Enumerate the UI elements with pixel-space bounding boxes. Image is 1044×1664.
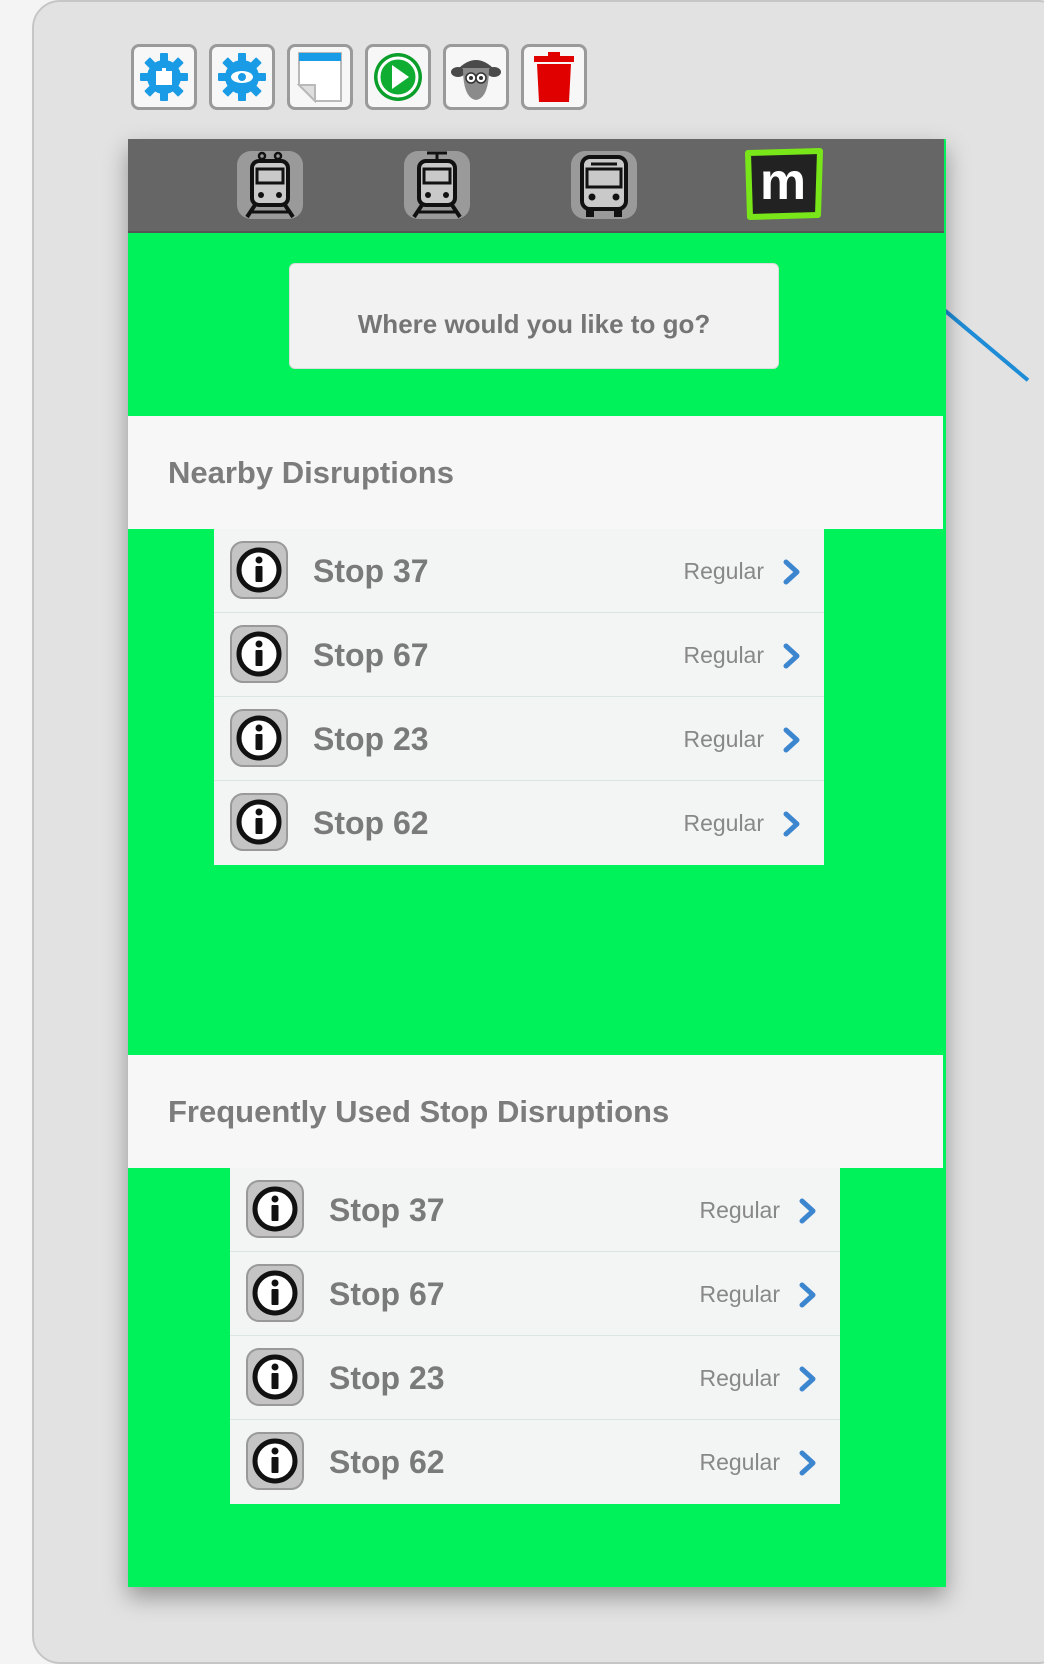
list-item[interactable]: Stop 37 Regular	[230, 1168, 840, 1252]
list-item[interactable]: Stop 62 Regular	[214, 781, 824, 865]
svg-text:m: m	[760, 153, 806, 211]
frequent-list: Stop 37 Regular Stop 67 Regular Stop 23 …	[230, 1168, 840, 1504]
frequent-section-header: Frequently Used Stop Disruptions	[128, 1055, 943, 1168]
info-icon	[246, 1264, 304, 1322]
chevron-right-icon	[799, 1450, 816, 1476]
chevron-right-icon	[783, 559, 800, 585]
stop-name: Stop 37	[329, 1192, 445, 1228]
gear-puzzle-icon	[140, 53, 188, 101]
stop-status: Regular	[699, 1197, 780, 1223]
nearby-section-title: Nearby Disruptions	[168, 454, 454, 490]
transport-mode-bar: m	[128, 139, 944, 233]
m-logo-icon: m	[745, 148, 823, 220]
list-item[interactable]: Stop 23 Regular	[214, 697, 824, 781]
sheep-icon	[451, 60, 501, 100]
stop-status: Regular	[683, 810, 764, 836]
play-icon	[374, 53, 422, 101]
chevron-right-icon	[783, 811, 800, 837]
info-icon	[230, 541, 288, 599]
info-icon	[246, 1348, 304, 1406]
stop-status: Regular	[699, 1449, 780, 1475]
stop-name: Stop 37	[313, 553, 429, 589]
chevron-right-icon	[783, 727, 800, 753]
stop-status: Regular	[683, 558, 764, 584]
stop-status: Regular	[683, 642, 764, 668]
train-icon[interactable]	[235, 149, 305, 221]
stop-name: Stop 67	[329, 1276, 445, 1312]
gear-eye-icon	[218, 53, 266, 101]
bus-icon[interactable]	[569, 149, 639, 221]
page-button[interactable]	[287, 44, 353, 110]
tram-icon[interactable]	[402, 149, 472, 221]
stop-name: Stop 62	[329, 1444, 445, 1480]
gear-eye-button[interactable]	[209, 44, 275, 110]
chevron-right-icon	[799, 1282, 816, 1308]
search-input[interactable]	[289, 263, 779, 369]
info-icon	[230, 625, 288, 683]
frequent-section-title: Frequently Used Stop Disruptions	[168, 1093, 670, 1129]
chevron-right-icon	[799, 1366, 816, 1392]
list-item[interactable]: Stop 67 Regular	[214, 613, 824, 697]
chevron-right-icon	[783, 643, 800, 669]
gear-puzzle-button[interactable]	[131, 44, 197, 110]
list-item[interactable]: Stop 62 Regular	[230, 1420, 840, 1504]
list-item[interactable]: Stop 37 Regular	[214, 529, 824, 613]
app-screen: m Nearby Disruptions Stop 37 Regular Sto…	[128, 139, 946, 1587]
stop-name: Stop 67	[313, 637, 429, 673]
nearby-list: Stop 37 Regular Stop 67 Regular Stop 23 …	[214, 529, 824, 865]
editor-toolbar	[131, 44, 587, 110]
info-icon	[246, 1180, 304, 1238]
stop-status: Regular	[699, 1281, 780, 1307]
info-icon	[230, 793, 288, 851]
stop-name: Stop 23	[329, 1360, 445, 1396]
list-item[interactable]: Stop 23 Regular	[230, 1336, 840, 1420]
list-item[interactable]: Stop 67 Regular	[230, 1252, 840, 1336]
page-icon	[296, 52, 342, 104]
stop-name: Stop 23	[313, 721, 429, 757]
m-logo-button[interactable]: m	[742, 147, 824, 221]
info-icon	[230, 709, 288, 767]
trash-button[interactable]	[521, 44, 587, 110]
play-button[interactable]	[365, 44, 431, 110]
info-icon	[246, 1432, 304, 1490]
nearby-section-header: Nearby Disruptions	[128, 416, 943, 529]
sheep-button[interactable]	[443, 44, 509, 110]
trash-icon	[534, 52, 574, 102]
chevron-right-icon	[799, 1198, 816, 1224]
stop-name: Stop 62	[313, 805, 429, 841]
stop-status: Regular	[699, 1365, 780, 1391]
stop-status: Regular	[683, 726, 764, 752]
